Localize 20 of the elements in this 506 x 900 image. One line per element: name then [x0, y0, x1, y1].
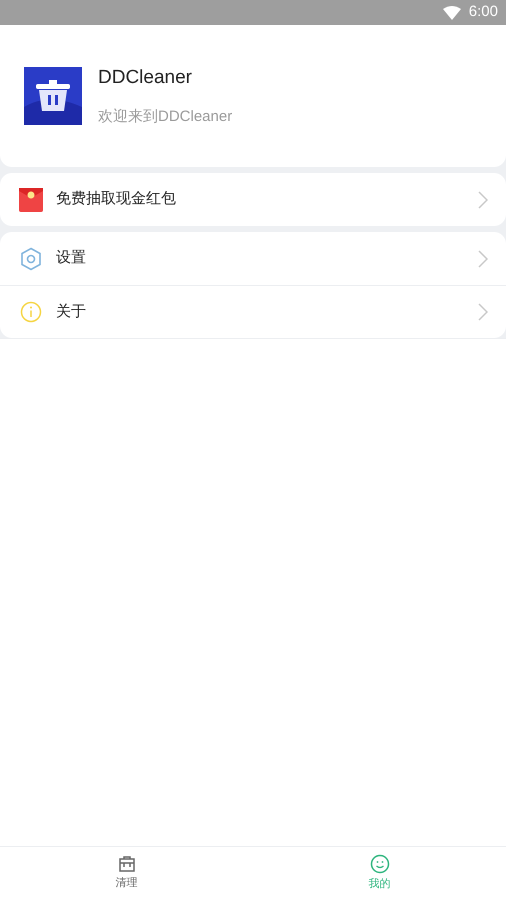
settings-icon [20, 246, 42, 270]
menu-label: 设置 [56, 248, 87, 268]
welcome-text: 欢迎来到DDCleaner [98, 107, 232, 127]
app-name: DDCleaner [98, 66, 193, 90]
status-time: 6:00 [468, 2, 498, 22]
toolbox-icon [118, 855, 136, 874]
nav-tab[interactable]: 清理 [0, 847, 253, 900]
chevron-right-icon [478, 190, 488, 208]
smiley-icon [370, 854, 390, 874]
chevron-right-icon [478, 250, 488, 268]
menu-item[interactable]: 设置 [0, 232, 506, 285]
envelope-icon [18, 186, 44, 212]
menu-item[interactable]: 免费抽取现金红包 [0, 173, 506, 226]
menu-item[interactable]: 关于 [0, 285, 506, 338]
menu-label: 免费抽取现金红包 [56, 189, 177, 210]
chevron-right-icon [478, 303, 488, 321]
menu-label: 关于 [56, 302, 87, 322]
wifi-icon [442, 6, 461, 20]
info-icon [20, 301, 42, 323]
app-logo [24, 67, 82, 125]
